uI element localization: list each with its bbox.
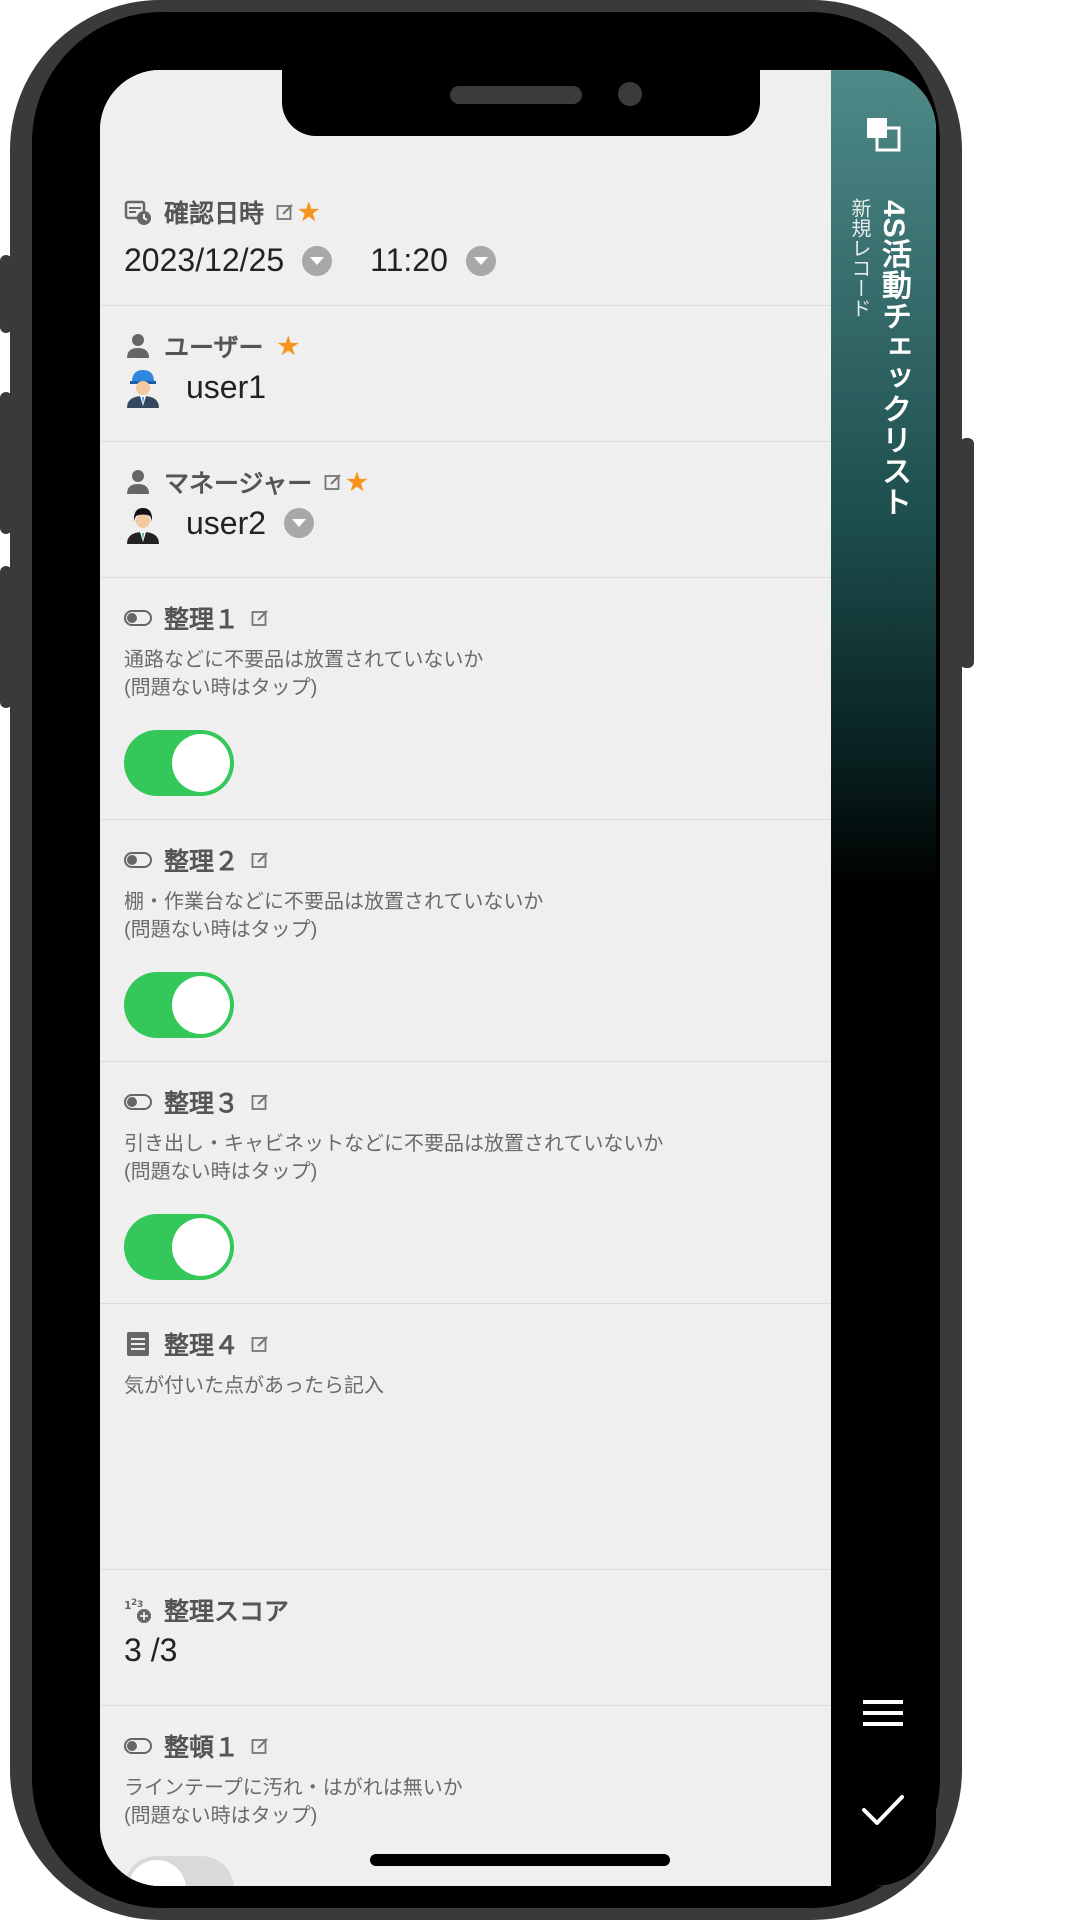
date-dropdown-icon[interactable] [302,245,333,276]
field-seiri2: 整理２ 棚・作業台などに不要品は放置されていないか (問題ない時はタップ) [100,820,831,1062]
required-star-icon: ★ [346,468,368,496]
toggle-knob [172,976,230,1034]
edit-icon [251,1093,269,1111]
field-label-row: ユーザー ★ [124,328,299,364]
person-icon [124,468,152,496]
home-indicator[interactable] [370,1854,670,1866]
text-field-icon [124,1330,152,1358]
field-manager: マネージャー ★ user2 [100,442,831,578]
description-line: ラインテープに汚れ・はがれは無いか [124,1777,463,1799]
front-camera [618,82,642,106]
window-icon[interactable] [863,114,903,154]
mute-switch [0,255,12,333]
seiri2-toggle[interactable] [124,972,234,1038]
toggle-knob [128,1860,186,1886]
field-description: ラインテープに汚れ・はがれは無いか (問題ない時はタップ) [124,1774,463,1830]
seiri3-toggle[interactable] [124,1214,234,1280]
toggle-field-icon [124,846,152,874]
field-seiri-score: 1 2 3 整理スコア 3 /3 [100,1570,831,1706]
field-label-row: 整理４ [124,1326,269,1362]
field-label-row: 1 2 3 整理スコア [124,1592,289,1628]
seiton1-toggle[interactable] [124,1856,234,1886]
field-label: 整理１ [164,606,240,634]
app-title: 4S活動チェックリスト [877,200,910,518]
user-value-row: user1 [124,366,266,408]
calculation-icon: 1 2 3 [124,1596,152,1624]
volume-up-button [0,392,12,534]
checkmark-icon[interactable] [861,1792,905,1828]
toggle-field-icon [124,1732,152,1760]
toggle-knob [172,1218,230,1276]
phone-bezel: 確認日時 ★ 2023/12/25 11:20 ユーザー ★ user1 マネー… [32,12,940,1908]
description-line: (問題ない時はタップ) [124,1805,318,1827]
datetime-value-row: 2023/12/25 11:20 [124,242,496,279]
user-value: user1 [186,368,267,405]
toggle-knob [172,734,230,792]
volume-down-button [0,566,12,708]
field-label: 整理２ [164,848,240,876]
field-label: マネージャー [164,470,313,498]
field-label: 整理スコア [164,1598,290,1626]
score-value-row: 3 /3 [124,1632,177,1669]
edit-icon [324,473,342,491]
field-seiri1: 整理１ 通路などに不要品は放置されていないか (問題ない時はタップ) [100,578,831,820]
edit-icon [251,609,269,627]
seiri1-toggle[interactable] [124,730,234,796]
field-label-row: マネージャー ★ [124,464,368,500]
record-mode-label: 新規レコード [848,198,870,318]
description-line: (問題ない時はタップ) [124,677,318,699]
field-label: 整理４ [164,1332,240,1360]
record-form: 確認日時 ★ 2023/12/25 11:20 ユーザー ★ user1 マネー… [100,70,831,1886]
field-label-row: 整理２ [124,842,269,878]
field-seiri4[interactable]: 整理４ 気が付いた点があったら記入 [100,1304,831,1570]
hamburger-menu-icon[interactable] [863,1698,903,1728]
description-line: (問題ない時はタップ) [124,1161,318,1183]
field-description: 引き出し・キャビネットなどに不要品は放置されていないか (問題ない時はタップ) [124,1130,663,1186]
field-label: ユーザー [164,334,264,362]
speaker-grille [450,86,582,104]
phone-frame: 確認日時 ★ 2023/12/25 11:20 ユーザー ★ user1 マネー… [0,0,974,1920]
date-value[interactable]: 2023/12/25 [124,242,284,279]
field-label-row: 整理３ [124,1084,269,1120]
svg-text:3: 3 [137,1600,143,1610]
field-label-row: 整頓１ [124,1728,269,1764]
edit-icon [251,1335,269,1353]
edit-icon [276,203,294,221]
field-description: 通路などに不要品は放置されていないか (問題ない時はタップ) [124,646,483,702]
avatar [124,366,162,408]
avatar [124,502,162,544]
field-label: 整理３ [164,1090,240,1118]
required-star-icon: ★ [298,198,320,226]
score-value: 3 /3 [124,1632,178,1668]
description-line: (問題ない時はタップ) [124,919,318,941]
time-value[interactable]: 11:20 [370,242,448,279]
edit-icon [251,1737,269,1755]
seiri4-placeholder: 気が付いた点があったら記入 [124,1375,384,1397]
field-label-row: 確認日時 ★ [124,194,320,230]
description-line: 棚・作業台などに不要品は放置されていないか [124,891,544,913]
manager-value-row: user2 [124,502,315,544]
required-star-icon: ★ [277,332,300,360]
time-dropdown-icon[interactable] [465,245,496,276]
edit-icon [251,851,269,869]
manager-value[interactable]: user2 [186,505,266,542]
field-label-row: 整理１ [124,600,269,636]
app-sidebar: 4S活動チェックリスト 新規レコード [831,70,936,1886]
person-icon [124,332,152,360]
notch [282,70,760,136]
app-screen: 確認日時 ★ 2023/12/25 11:20 ユーザー ★ user1 マネー… [100,70,936,1886]
field-label: 整頓１ [164,1734,240,1762]
toggle-field-icon [124,604,152,632]
toggle-field-icon [124,1088,152,1116]
field-user: ユーザー ★ user1 [100,306,831,442]
power-button [960,438,974,668]
manager-dropdown-icon[interactable] [284,508,315,538]
description-line: 引き出し・キャビネットなどに不要品は放置されていないか [124,1133,664,1155]
field-label: 確認日時 [164,200,265,228]
calendar-clock-icon [124,198,152,226]
description-line: 通路などに不要品は放置されていないか [124,649,484,671]
field-description: 棚・作業台などに不要品は放置されていないか (問題ない時はタップ) [124,888,543,944]
field-seiri3: 整理３ 引き出し・キャビネットなどに不要品は放置されていないか (問題ない時はタ… [100,1062,831,1304]
